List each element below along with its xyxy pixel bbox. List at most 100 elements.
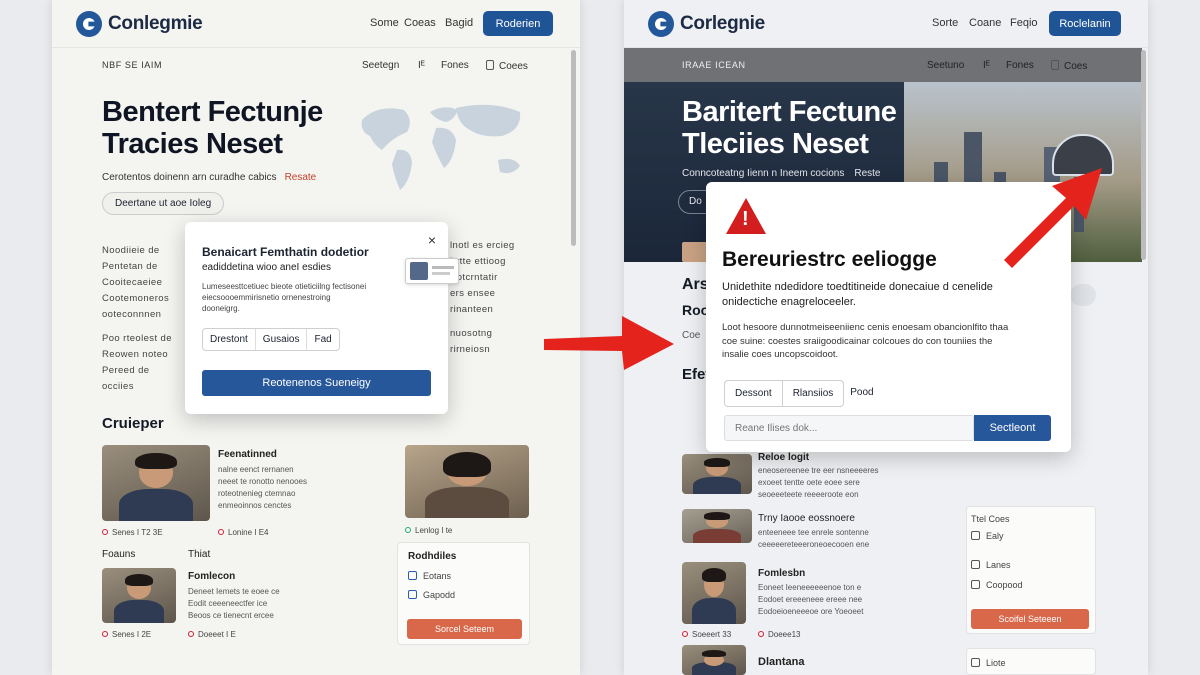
hero-subtitle-link[interactable]: Resate <box>285 172 317 183</box>
header-cta-button[interactable]: Roclelanin <box>1049 11 1121 36</box>
card-3-text: Deneet Iemets te eoee ce Eodit ceeeneect… <box>188 587 280 620</box>
option-1[interactable]: Drestont <box>203 329 256 350</box>
side-widget-button[interactable]: Scoifel Seteeen <box>971 609 1089 629</box>
list-text-3: Eoneet Ieeneeeeeenoe ton e Eodoet ereeen… <box>758 583 864 616</box>
modal-primary-button[interactable]: Reotenenos Sueneigy <box>202 370 431 396</box>
nav-link-1[interactable]: Sorte <box>932 17 958 29</box>
calendar-icon <box>188 631 194 637</box>
list-title-4[interactable]: Dlantana <box>758 656 804 668</box>
tag-icon <box>405 527 411 533</box>
list-title-3[interactable]: Fomlesbn <box>758 568 805 579</box>
subnav-item-3[interactable]: Coees <box>499 61 528 72</box>
side-widget-button[interactable]: Sorcel Seteem <box>407 619 522 639</box>
side-widget-2-item[interactable]: Liote <box>971 658 1006 668</box>
option-2[interactable]: Rlansiios <box>781 380 845 407</box>
side-item-2[interactable]: Lanes <box>971 560 1011 570</box>
subnav-item-3[interactable]: Coes <box>1064 61 1087 72</box>
subnav-separator: Iᴱ <box>983 60 990 71</box>
checkbox-icon <box>971 531 980 540</box>
nav-link-3[interactable]: Bagid <box>445 17 473 29</box>
header-cta-button[interactable]: Roderien <box>483 11 553 36</box>
section-label: IRAAE ICEAN <box>682 60 746 70</box>
person-photo-3 <box>102 568 176 623</box>
calendar-icon <box>758 631 764 637</box>
scrollbar-thumb[interactable] <box>571 50 576 246</box>
warning-title: Bereuriestrc eeliogge <box>722 248 937 271</box>
side-widget-title: Ttel Coes <box>971 514 1010 524</box>
document-icon <box>1051 60 1059 70</box>
list-title-2[interactable]: Trny Iaooe eossnoere <box>758 513 855 524</box>
top-navigation: Conlegmie Some Coeas Bagid Roderien <box>52 0 580 48</box>
warning-text-input[interactable] <box>724 415 974 441</box>
subnav-item-2[interactable]: Fones <box>1006 60 1034 71</box>
clock-icon <box>102 529 108 535</box>
nav-link-3[interactable]: Feqio <box>1010 17 1038 29</box>
document-icon <box>486 60 494 70</box>
warning-options: Dessont Rlansiios Pood <box>724 380 880 407</box>
tab-2[interactable]: Thiat <box>188 549 210 560</box>
subnav-item-3-wrap[interactable]: Coees <box>486 60 528 72</box>
person-photo-1 <box>102 445 210 521</box>
red-arrow-up-icon <box>1004 168 1102 268</box>
right-screenshot-panel: Corlegnie Sorte Coane Feqio Roclelanin I… <box>624 0 1148 675</box>
list-title-1[interactable]: Reloe logit <box>758 452 809 463</box>
hero-subtitle: Cerotentos doinenn arn curadhe cabics Res… <box>102 172 317 183</box>
card-1-meta: Senes I T2 3E <box>102 528 163 537</box>
card-1-meta-2: Lonine I E4 <box>218 528 268 537</box>
checkbox-icon <box>971 658 980 667</box>
brand-logo-icon[interactable] <box>648 11 674 37</box>
check-icon <box>408 590 417 599</box>
side-item-1[interactable]: Ealy <box>971 531 1004 541</box>
list-photo-3 <box>682 562 746 624</box>
side-widget-2: Liote <box>966 648 1096 675</box>
brand-logo-icon[interactable] <box>76 11 102 37</box>
checkbox-icon <box>971 560 980 569</box>
card-1-text: nalne eenct rernanen neeet te ronotto ne… <box>218 465 307 510</box>
background-text-column: Noodiieie de Pentetan de Cooitecaeiee Coote… <box>102 245 172 392</box>
subnav-item-1[interactable]: Seetegn <box>362 60 399 71</box>
side-item-2[interactable]: Gapodd <box>408 590 455 600</box>
option-3[interactable]: Fad <box>307 329 338 350</box>
card-3-title[interactable]: Fomlecon <box>188 571 235 582</box>
list-text-1: eneosereenee tre eer nsneeeeres exoeet t… <box>758 466 879 499</box>
hero-pill-button[interactable]: Deertane ut aoe Ioleg <box>102 192 225 215</box>
list-photo-2 <box>682 509 752 543</box>
option-1[interactable]: Dessont <box>724 380 782 407</box>
subnav-item-1[interactable]: Seetuno <box>927 60 964 71</box>
profile-card-thumbnail <box>405 258 459 284</box>
modal-title: Benaicart Femthatin dodetior <box>202 245 369 259</box>
tab-1[interactable]: Foauns <box>102 549 135 560</box>
list-meta-1: Soeeert 33 <box>682 630 731 639</box>
red-arrow-right-icon <box>544 316 674 370</box>
fragment-3: Coe <box>682 330 701 341</box>
hero-subtitle-link[interactable]: Reste <box>854 168 880 179</box>
fragment-1: Ars <box>682 276 709 293</box>
brand-name[interactable]: Conlegmie <box>108 13 203 35</box>
more-toggle-icon[interactable] <box>1070 284 1096 306</box>
list-meta-2: Doeee13 <box>758 630 800 639</box>
option-3[interactable]: Pood <box>844 380 879 407</box>
side-widget-title: Rodhdiles <box>408 551 457 562</box>
modal-body: Lumeseesttcetiuec bieote otieticiilng fe… <box>202 282 367 313</box>
close-icon[interactable]: × <box>428 232 436 248</box>
side-widget: Rodhdiles Eotans Gapodd Sorcel Seteem <box>397 542 530 645</box>
scrollbar-thumb[interactable] <box>1141 50 1146 260</box>
side-item-3[interactable]: Coopood <box>971 580 1023 590</box>
side-item-1[interactable]: Eotans <box>408 571 451 581</box>
card-1-title[interactable]: Feenatinned <box>218 449 277 460</box>
brand-name[interactable]: Corlegnie <box>680 13 765 35</box>
warning-submit-button[interactable]: Sectleont <box>974 415 1051 441</box>
hero-title: Baritert Fectune Tleciies Neset <box>682 96 897 160</box>
checkbox-icon <box>971 580 980 589</box>
nav-link-1[interactable]: Some <box>370 17 399 29</box>
option-2[interactable]: Gusaios <box>256 329 308 350</box>
subnav-item-2[interactable]: Fones <box>441 60 469 71</box>
nav-link-2[interactable]: Coeas <box>404 17 436 29</box>
nav-link-2[interactable]: Coane <box>969 17 1001 29</box>
avatar <box>410 262 428 280</box>
hero-subtitle: Conncoteatng Iienn n Ineem cocions Reste <box>682 168 881 179</box>
card-3-meta-2: Doeeet I E <box>188 630 236 639</box>
top-navigation: Corlegnie Sorte Coane Feqio Roclelanin <box>624 0 1148 48</box>
subnav-item-3-wrap[interactable]: Coes <box>1051 60 1087 72</box>
side-widget: Ttel Coes Ealy Lanes Coopood Scoifel Set… <box>966 506 1096 634</box>
